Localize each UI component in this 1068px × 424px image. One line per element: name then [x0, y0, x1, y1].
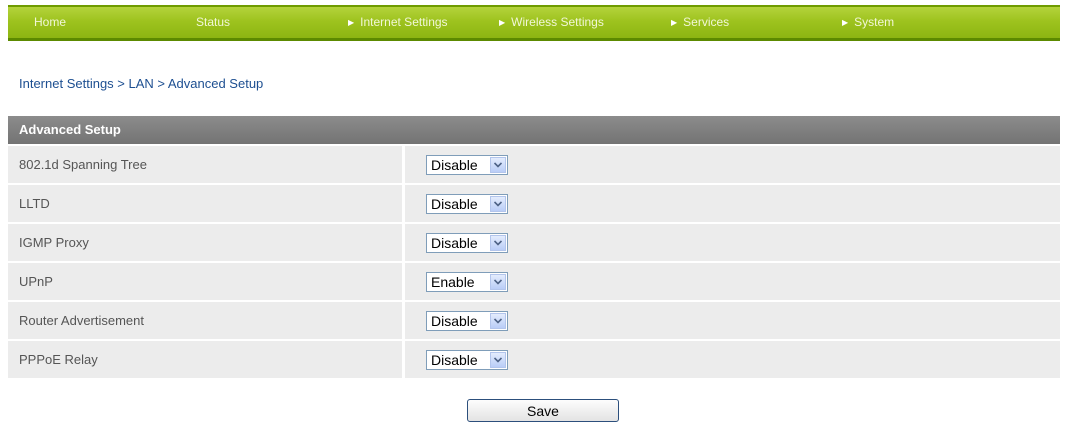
chevron-down-icon[interactable] — [490, 235, 506, 251]
chevron-down-icon[interactable] — [490, 157, 506, 173]
router-advertisement-label: Router Advertisement — [8, 302, 402, 339]
setting-row-igmp-proxy: IGMP Proxy Disable — [8, 224, 1060, 261]
chevron-down-icon[interactable] — [490, 196, 506, 212]
lltd-select[interactable]: Disable — [426, 194, 508, 214]
nav-internet-settings[interactable]: ▶ Internet Settings — [348, 7, 448, 38]
pppoe-relay-label: PPPoE Relay — [8, 341, 402, 378]
triangle-right-icon: ▶ — [671, 18, 678, 27]
setting-value-cell: Disable — [405, 185, 1060, 222]
nav-wireless-settings-label: Wireless Settings — [511, 15, 604, 29]
nav-status-label: Status — [196, 15, 231, 29]
setting-value-cell: Enable — [405, 263, 1060, 300]
save-button[interactable]: Save — [467, 399, 619, 422]
pppoe-relay-select[interactable]: Disable — [426, 350, 508, 370]
setting-value-cell: Disable — [405, 224, 1060, 261]
igmp-proxy-select[interactable]: Disable — [426, 233, 508, 253]
lltd-select-value: Disable — [431, 196, 478, 212]
nav-home-label: Home — [34, 15, 67, 29]
advanced-setup-panel: Advanced Setup 802.1d Spanning Tree Disa… — [8, 116, 1060, 378]
upnp-select-value: Enable — [431, 274, 475, 290]
setting-row-router-advertisement: Router Advertisement Disable — [8, 302, 1060, 339]
setting-row-pppoe-relay: PPPoE Relay Disable — [8, 341, 1060, 378]
chevron-down-icon[interactable] — [490, 313, 506, 329]
lltd-label: LLTD — [8, 185, 402, 222]
upnp-select[interactable]: Enable — [426, 272, 508, 292]
chevron-down-icon[interactable] — [490, 352, 506, 368]
spanning-tree-select[interactable]: Disable — [426, 155, 508, 175]
nav-wireless-settings[interactable]: ▶ Wireless Settings — [499, 7, 604, 38]
spanning-tree-select-value: Disable — [431, 157, 478, 173]
upnp-label: UPnP — [8, 263, 402, 300]
nav-system[interactable]: ▶ System — [842, 7, 894, 38]
setting-row-spanning-tree: 802.1d Spanning Tree Disable — [8, 146, 1060, 183]
setting-row-lltd: LLTD Disable — [8, 185, 1060, 222]
setting-value-cell: Disable — [405, 146, 1060, 183]
breadcrumb: Internet Settings > LAN > Advanced Setup — [19, 76, 264, 91]
nav-internet-settings-label: Internet Settings — [360, 15, 448, 29]
nav-services-label: Services — [683, 15, 730, 29]
nav-status[interactable]: Status — [196, 7, 230, 38]
router-advertisement-select[interactable]: Disable — [426, 311, 508, 331]
setting-value-cell: Disable — [405, 302, 1060, 339]
triangle-right-icon: ▶ — [499, 18, 506, 27]
panel-title: Advanced Setup — [8, 116, 1060, 144]
triangle-right-icon: ▶ — [348, 18, 355, 27]
nav-services[interactable]: ▶ Services — [671, 7, 729, 38]
top-navigation-bar: Home Status ▶ Internet Settings ▶ Wireless… — [8, 5, 1060, 41]
triangle-right-icon: ▶ — [842, 18, 849, 27]
spanning-tree-label: 802.1d Spanning Tree — [8, 146, 402, 183]
nav-system-label: System — [854, 15, 895, 29]
nav-home[interactable]: Home — [34, 7, 66, 38]
igmp-proxy-select-value: Disable — [431, 235, 478, 251]
pppoe-relay-select-value: Disable — [431, 352, 478, 368]
router-advertisement-select-value: Disable — [431, 313, 478, 329]
chevron-down-icon[interactable] — [490, 274, 506, 290]
igmp-proxy-label: IGMP Proxy — [8, 224, 402, 261]
setting-value-cell: Disable — [405, 341, 1060, 378]
setting-row-upnp: UPnP Enable — [8, 263, 1060, 300]
